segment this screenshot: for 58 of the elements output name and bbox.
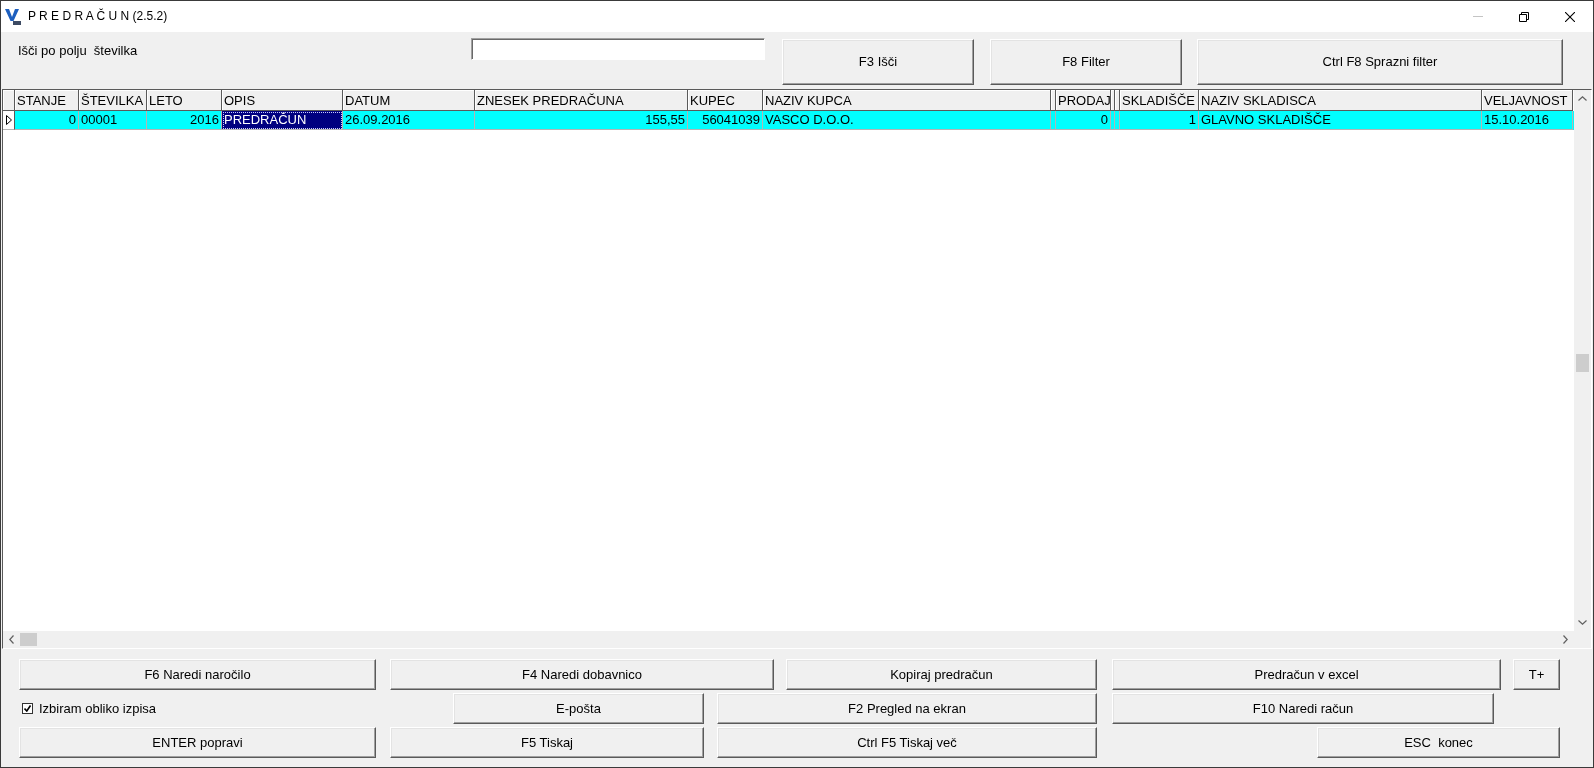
close-icon — [1565, 11, 1575, 22]
column-header[interactable]: PRODAJ — [1056, 90, 1111, 111]
command-button[interactable]: F10 Naredi račun — [1112, 693, 1494, 724]
column-header[interactable]: SKLADIŠČE — [1120, 90, 1199, 111]
table-cell: 56041039 — [688, 111, 763, 130]
restore-icon — [1519, 11, 1529, 22]
command-button[interactable]: F6 Naredi naročilo — [19, 659, 376, 690]
table-cell: VASCO D.O.O. — [763, 111, 1051, 130]
search-field[interactable] — [471, 38, 765, 60]
table-cell: 00001 — [79, 111, 147, 130]
column-header[interactable]: ZNESEK PREDRAČUNA — [475, 90, 688, 111]
command-button[interactable]: Predračun v excel — [1112, 659, 1501, 690]
table-cell: 15.10.2016 — [1482, 111, 1573, 130]
table-cell: GLAVNO SKLADIŠČE — [1199, 111, 1482, 130]
column-header[interactable]: OPIS — [222, 90, 343, 111]
scroll-right-icon[interactable] — [1563, 635, 1568, 644]
table-row[interactable]: 0 00001 2016 PREDRAČUN 26.09.2016 155,55 56041039 VASCO D.O.O. 0 1 GLAVNO SKLADIŠČE 15.10.2016 — [3, 111, 1574, 130]
command-button[interactable]: Kopiraj predračun — [786, 659, 1097, 690]
checkbox-label[interactable]: Izbiram obliko izpisa — [39, 700, 157, 717]
column-header[interactable]: KUPEC — [688, 90, 763, 111]
table-cell: 0 — [1056, 111, 1111, 130]
scroll-left-icon[interactable] — [9, 635, 14, 644]
column-header[interactable]: VELJAVNOST — [1482, 90, 1573, 111]
table-cell: 1 — [1120, 111, 1199, 130]
command-button[interactable]: ESC konec — [1317, 727, 1560, 758]
command-button[interactable]: ENTER popravi — [19, 727, 376, 758]
minimize-icon — [1473, 16, 1483, 17]
search-label: Išči po polju številka — [18, 43, 138, 58]
scroll-down-icon[interactable] — [1578, 620, 1587, 625]
window-title: P R E D R A Č U N (2.5.2) — [28, 9, 168, 24]
column-header[interactable]: STANJE — [15, 90, 79, 111]
command-button[interactable]: F5 Tiskaj — [390, 727, 704, 758]
command-button[interactable]: E-pošta — [453, 693, 704, 724]
column-header[interactable]: LETO — [147, 90, 222, 111]
table-cell: 26.09.2016 — [343, 111, 475, 130]
command-button[interactable]: T+ — [1513, 659, 1560, 690]
row-pointer-icon — [5, 115, 12, 125]
command-button[interactable]: F8 Filter — [990, 39, 1182, 85]
scroll-up-icon[interactable] — [1578, 96, 1587, 101]
vertical-scrollbar[interactable] — [1574, 90, 1591, 631]
command-button[interactable]: F2 Pregled na ekran — [717, 693, 1097, 724]
command-button[interactable]: F4 Naredi dobavnico — [390, 659, 774, 690]
table-cell: 0 — [15, 111, 79, 130]
command-button[interactable]: F3 Išči — [782, 39, 974, 85]
column-header[interactable]: DATUM — [343, 90, 475, 111]
command-button[interactable]: Ctrl F5 Tiskaj več — [717, 727, 1097, 758]
checkmark-icon — [24, 705, 31, 712]
column-header[interactable]: NAZIV SKLADISCA — [1199, 90, 1482, 111]
scrollbar-thumb[interactable] — [1576, 354, 1589, 372]
table-cell: 155,55 — [475, 111, 688, 130]
horizontal-scrollbar[interactable] — [3, 631, 1574, 648]
column-header[interactable]: NAZIV KUPCA — [763, 90, 1051, 111]
command-button[interactable]: Ctrl F8 Sprazni filter — [1197, 39, 1563, 85]
scrollbar-thumb[interactable] — [20, 633, 37, 646]
table-cell: PREDRAČUN — [222, 111, 343, 130]
column-header[interactable]: ŠTEVILKA — [79, 90, 147, 111]
app-logo-icon — [5, 8, 21, 25]
checkbox[interactable] — [22, 703, 33, 714]
